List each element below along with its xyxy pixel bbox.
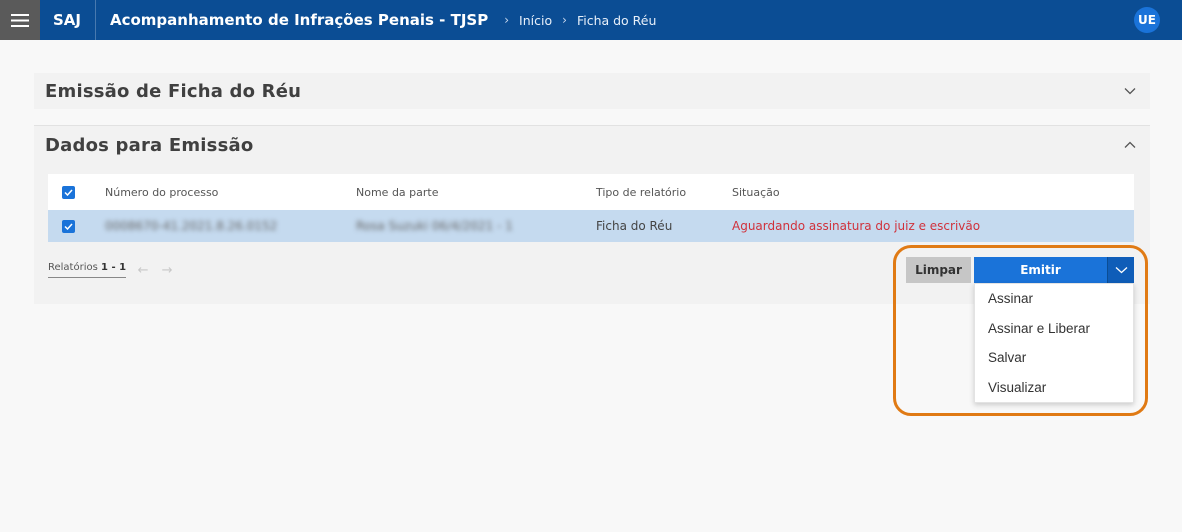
- reports-table: Número do processo Nome da parte Tipo de…: [48, 174, 1134, 242]
- pagination-range: 1 - 1: [101, 262, 127, 273]
- cell-nome-parte: Rosa Suzuki 06/4/2021 - 1: [356, 219, 513, 233]
- pagination-info: Relatórios 1 - 1: [48, 262, 127, 278]
- breadcrumb-inicio[interactable]: Início: [519, 13, 552, 28]
- emitir-dropdown-menu: Assinar Assinar e Liberar Salvar Visuali…: [974, 283, 1134, 403]
- chevron-right-icon: ›: [504, 13, 510, 27]
- dados-panel-header[interactable]: Dados para Emissão: [34, 126, 1150, 164]
- arrow-right-icon[interactable]: →: [156, 260, 178, 280]
- menu-item-assinar[interactable]: Assinar: [975, 284, 1133, 314]
- emissao-panel-header[interactable]: Emissão de Ficha do Réu: [34, 73, 1150, 109]
- chevron-up-icon[interactable]: [1124, 141, 1136, 149]
- cell-situacao: Aguardando assinatura do juiz e escrivão: [732, 219, 981, 233]
- breadcrumb-ficha-do-reu: Ficha do Réu: [576, 12, 657, 28]
- column-header-nome[interactable]: Nome da parte: [356, 186, 438, 199]
- app-title: Acompanhamento de Infrações Penais - TJS…: [110, 11, 489, 29]
- user-avatar[interactable]: UE: [1134, 7, 1160, 33]
- table-header: Número do processo Nome da parte Tipo de…: [48, 174, 1134, 210]
- menu-item-salvar[interactable]: Salvar: [975, 343, 1133, 373]
- brand-logo[interactable]: SAJ: [53, 0, 96, 40]
- pagination: Relatórios 1 - 1 ← →: [48, 260, 178, 280]
- panel-title: Dados para Emissão: [45, 134, 254, 156]
- table-row[interactable]: 0008670-41.2021.8.26.0152 Rosa Suzuki 06…: [48, 210, 1134, 242]
- cell-tipo-relatorio: Ficha do Réu: [596, 219, 673, 233]
- emitir-button[interactable]: Emitir: [974, 257, 1107, 283]
- emitir-dropdown-toggle[interactable]: [1107, 257, 1134, 283]
- panel-title: Emissão de Ficha do Réu: [45, 80, 302, 102]
- menu-button[interactable]: [0, 0, 40, 40]
- column-header-numero[interactable]: Número do processo: [105, 186, 218, 199]
- select-all-checkbox[interactable]: [62, 185, 75, 199]
- check-icon: [64, 222, 73, 230]
- chevron-down-icon: [1115, 267, 1127, 274]
- arrow-left-icon[interactable]: ←: [132, 260, 154, 280]
- column-header-tipo[interactable]: Tipo de relatório: [596, 186, 686, 199]
- pagination-label: Relatórios: [48, 262, 98, 273]
- top-bar: SAJ Acompanhamento de Infrações Penais -…: [0, 0, 1182, 40]
- chevron-right-icon: ›: [562, 13, 567, 27]
- menu-item-visualizar[interactable]: Visualizar: [975, 373, 1133, 403]
- check-icon: [64, 188, 73, 196]
- cell-numero-processo: 0008670-41.2021.8.26.0152: [105, 219, 278, 233]
- chevron-down-icon[interactable]: [1124, 87, 1136, 95]
- column-header-situacao[interactable]: Situação: [732, 186, 780, 199]
- menu-icon: [11, 13, 29, 27]
- limpar-button[interactable]: Limpar: [906, 257, 971, 283]
- menu-item-assinar-e-liberar[interactable]: Assinar e Liberar: [975, 314, 1133, 344]
- row-checkbox[interactable]: [62, 219, 75, 233]
